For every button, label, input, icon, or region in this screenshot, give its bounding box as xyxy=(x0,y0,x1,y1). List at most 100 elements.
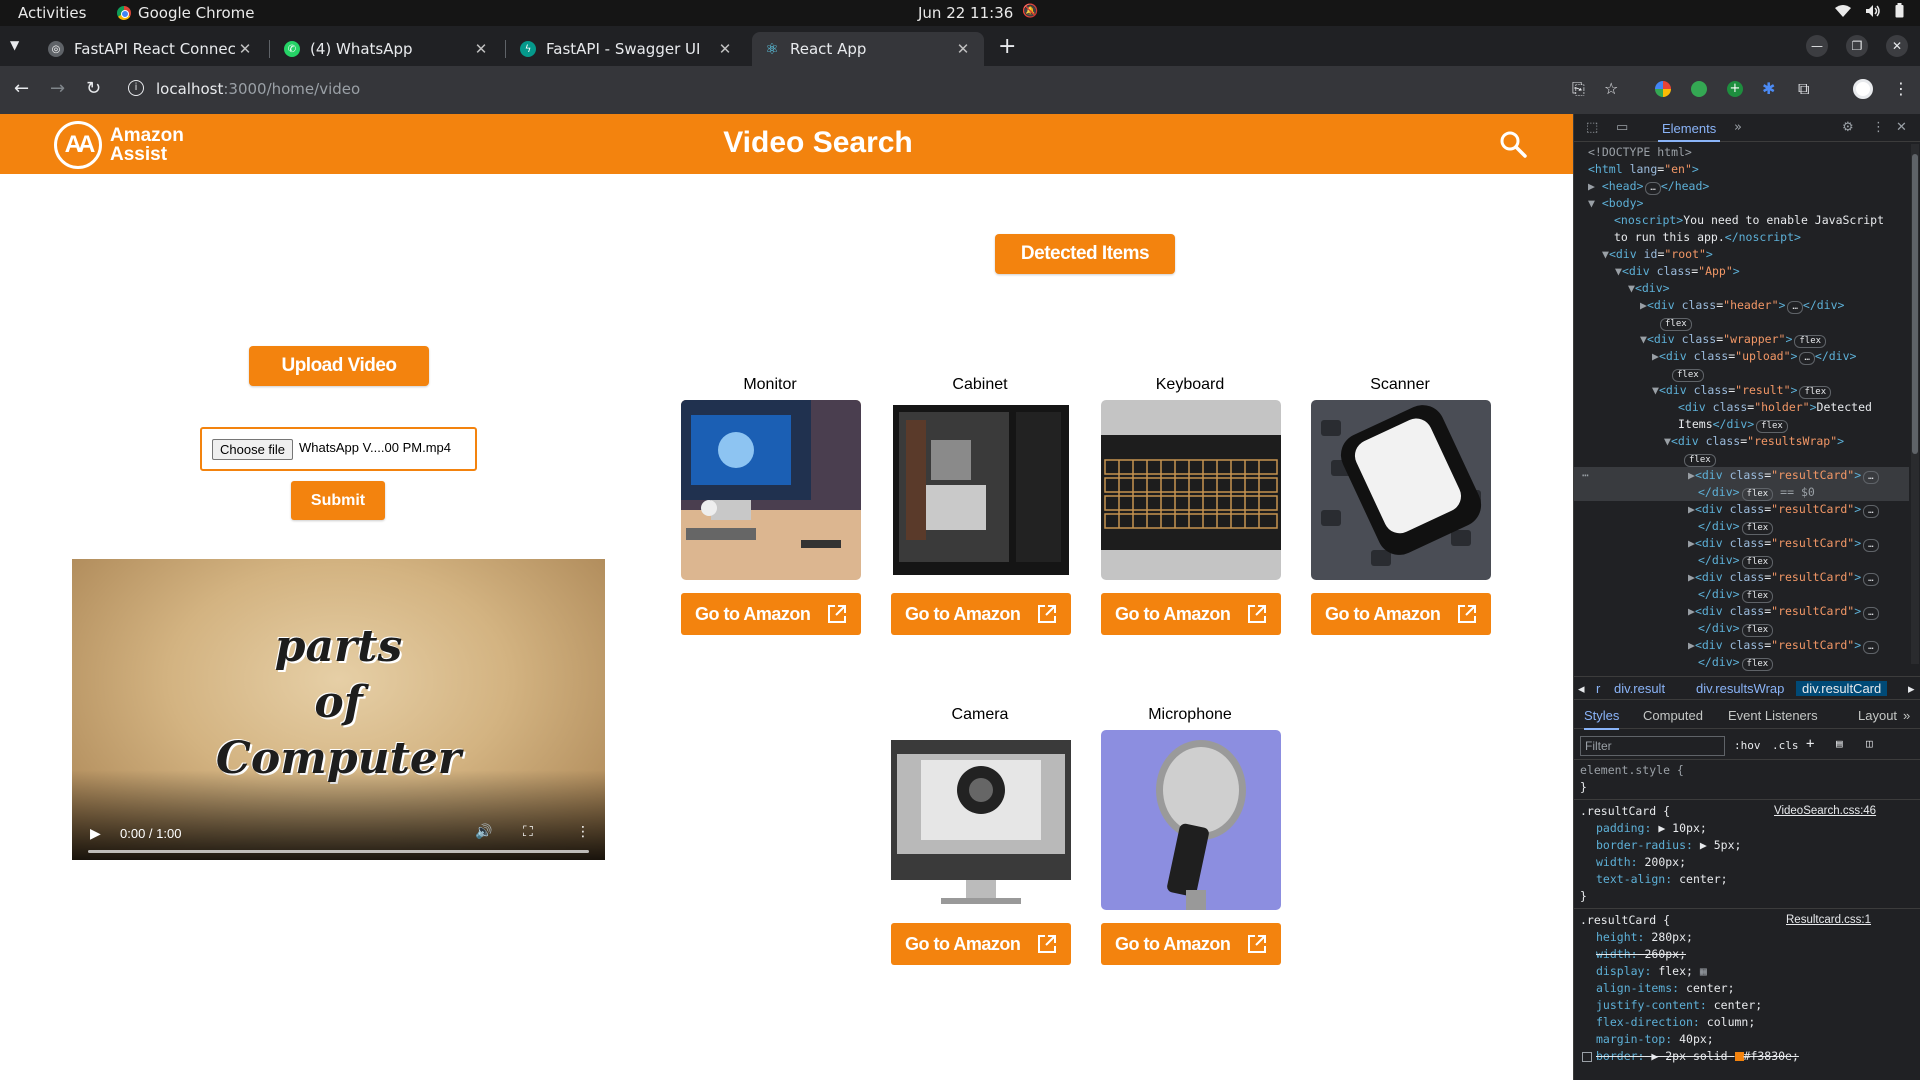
submit-button[interactable]: Submit xyxy=(291,481,385,520)
dom-node[interactable]: </div> flex xyxy=(1698,518,1774,535)
css-property-overridden[interactable]: border: ▶ 2px solid #f3830e; xyxy=(1582,1048,1799,1065)
app-menu[interactable]: Google Chrome xyxy=(117,4,255,22)
tab-styles[interactable]: Styles xyxy=(1584,708,1620,730)
cast-icon[interactable]: ⎘ xyxy=(1572,79,1585,99)
play-icon[interactable]: ▶ xyxy=(90,826,101,842)
dom-node[interactable]: ▼<div class="resultsWrap"> xyxy=(1664,433,1844,450)
dom-node[interactable]: ▶<div class="resultCard">… xyxy=(1688,637,1879,654)
dom-node[interactable]: </div> flex xyxy=(1698,552,1774,569)
system-tray[interactable] xyxy=(1835,3,1904,22)
hover-state-toggle[interactable]: :hov xyxy=(1734,739,1761,752)
dom-node[interactable]: ▼<div class="result"> flex xyxy=(1652,382,1832,399)
dom-node[interactable]: ▶<div class="resultCard">… xyxy=(1688,501,1879,518)
go-to-amazon-button[interactable]: Go to Amazon xyxy=(891,593,1071,635)
go-to-amazon-button[interactable]: Go to Amazon xyxy=(891,923,1071,965)
tab-elements[interactable]: Elements xyxy=(1658,114,1721,142)
address-bar[interactable]: i localhost:3000/home/video xyxy=(118,73,1588,107)
flex-badge[interactable]: flex xyxy=(1741,624,1774,637)
close-devtools-icon[interactable]: ✕ xyxy=(1896,120,1907,135)
go-to-amazon-button[interactable]: Go to Amazon xyxy=(1101,923,1281,965)
property-checkbox[interactable] xyxy=(1582,1051,1592,1062)
color-swatch[interactable] xyxy=(1734,1052,1744,1061)
tab-swagger[interactable]: ϟ FastAPI - Swagger UI ✕ xyxy=(508,32,746,66)
file-input[interactable]: Choose file WhatsApp V....00 PM.mp4 xyxy=(200,427,477,471)
dom-node[interactable]: ▶<div class="resultCard">… xyxy=(1688,603,1879,620)
dom-node[interactable]: ▶<div class="upload">… </div> xyxy=(1652,348,1856,365)
flex-badge[interactable]: flex xyxy=(1741,590,1774,603)
tab-fastapi-react[interactable]: ◎ FastAPI React Connectio ✕ xyxy=(36,32,266,66)
puzzle-blue-icon[interactable]: ✱ xyxy=(1762,79,1775,98)
css-property[interactable]: align-items: center; xyxy=(1596,980,1735,997)
breadcrumb-prev-icon[interactable]: ◂ xyxy=(1578,681,1585,697)
breadcrumb-item[interactable]: r xyxy=(1596,681,1600,696)
dom-node[interactable]: </div> flex xyxy=(1698,620,1774,637)
dom-node[interactable]: </div> flex xyxy=(1698,654,1774,671)
back-arrow-icon[interactable]: ← xyxy=(14,78,29,99)
bookmark-star-icon[interactable]: ☆ xyxy=(1604,79,1618,98)
css-source-link[interactable]: Resultcard.css:1 xyxy=(1786,912,1871,929)
chrome-menu-icon[interactable]: ⋮ xyxy=(1893,79,1909,98)
dom-node[interactable]: ▼ <body> xyxy=(1588,195,1643,212)
video-progress-bar[interactable] xyxy=(88,850,589,853)
device-toolbar-icon[interactable]: ▭ xyxy=(1616,120,1628,135)
dom-node[interactable]: <div class="holder">Detected xyxy=(1678,399,1872,416)
dom-node[interactable]: ▼<div> xyxy=(1628,280,1670,297)
choose-file-button[interactable]: Choose file xyxy=(212,439,294,460)
close-tab-icon[interactable]: ✕ xyxy=(716,40,734,58)
flex-badge[interactable]: flex xyxy=(1799,386,1832,399)
dom-node[interactable]: <html lang="en"> xyxy=(1588,161,1699,178)
fullscreen-icon[interactable]: ⛶ xyxy=(523,824,533,840)
close-window-icon[interactable]: ✕ xyxy=(1886,35,1908,57)
css-property[interactable]: text-align: center; xyxy=(1596,871,1728,888)
tab-layout[interactable]: Layout xyxy=(1858,708,1897,723)
flex-badge[interactable]: flex xyxy=(1672,369,1704,382)
volume-icon[interactable]: 🔊 xyxy=(475,824,492,840)
flexbox-editor-icon[interactable]: ▦ xyxy=(1700,964,1707,978)
css-source-link[interactable]: VideoSearch.css:46 xyxy=(1774,803,1876,820)
minimize-icon[interactable]: — xyxy=(1806,35,1828,57)
extensions-puzzle-icon[interactable]: ⧉ xyxy=(1798,79,1809,99)
breadcrumb-item[interactable]: div.result xyxy=(1614,681,1665,696)
restore-icon[interactable]: ❐ xyxy=(1846,35,1868,57)
sidebar-toggle-icon[interactable]: ◫ xyxy=(1866,737,1873,750)
css-property[interactable]: flex-direction: column; xyxy=(1596,1014,1755,1031)
tab-react-app[interactable]: ⚛ React App ✕ xyxy=(752,32,984,66)
dom-node[interactable]: ▶ <head>… </head> xyxy=(1588,178,1709,195)
tab-whatsapp[interactable]: ✆ (4) WhatsApp ✕ xyxy=(272,32,502,66)
css-property[interactable]: margin-top: 40px; xyxy=(1596,1031,1714,1048)
close-tab-icon[interactable]: ✕ xyxy=(236,40,254,58)
breadcrumb-item-current[interactable]: div.resultCard xyxy=(1796,681,1888,696)
dom-node[interactable]: Items</div> flex xyxy=(1678,416,1788,433)
dom-node[interactable]: to run this app.</noscript> xyxy=(1614,229,1801,246)
dom-node-selected[interactable]: ⋯ ▶<div class="resultCard">… </div> flex … xyxy=(1574,467,1909,501)
css-property[interactable]: height: 280px; xyxy=(1596,929,1693,946)
flex-badge[interactable]: flex xyxy=(1684,454,1716,467)
flex-badge[interactable]: flex xyxy=(1660,318,1692,331)
dom-node[interactable]: ▶<div class="resultCard">… xyxy=(1688,569,1879,586)
dom-node[interactable]: ▼<div class="wrapper"> flex xyxy=(1640,331,1827,348)
dom-node[interactable]: <noscript>You need to enable JavaScript xyxy=(1614,212,1884,229)
reload-icon[interactable]: ↻ xyxy=(86,78,101,99)
css-selector[interactable]: .resultCard { xyxy=(1580,912,1670,929)
color-extension-icon[interactable] xyxy=(1655,81,1671,97)
settings-gear-icon[interactable]: ⚙ xyxy=(1842,120,1854,135)
css-property[interactable]: padding: ▶ 10px; xyxy=(1596,820,1707,837)
breadcrumb-item[interactable]: div.resultsWrap xyxy=(1696,681,1784,696)
go-to-amazon-button[interactable]: Go to Amazon xyxy=(1101,593,1281,635)
more-style-tabs-icon[interactable]: » xyxy=(1903,708,1910,723)
dom-node[interactable]: ▼<div id="root"> xyxy=(1602,246,1713,263)
flex-badge[interactable]: flex xyxy=(1741,658,1774,671)
more-options-icon[interactable]: ⋮ xyxy=(576,824,590,840)
activities-button[interactable]: Activities xyxy=(18,4,86,22)
search-icon[interactable] xyxy=(1499,130,1527,158)
green-extension-icon[interactable] xyxy=(1691,81,1707,97)
new-tab-plus-icon[interactable]: + xyxy=(998,34,1016,59)
css-property-overridden[interactable]: width: 260px; xyxy=(1596,946,1686,963)
close-tab-icon[interactable]: ✕ xyxy=(954,40,972,58)
devtools-menu-icon[interactable]: ⋮ xyxy=(1872,120,1885,135)
breadcrumb-next-icon[interactable]: ▸ xyxy=(1908,681,1915,697)
add-extension-icon[interactable]: + xyxy=(1727,81,1743,97)
paint-bucket-icon[interactable]: ▤ xyxy=(1836,737,1843,750)
flex-badge[interactable]: flex xyxy=(1756,420,1788,433)
dom-node[interactable]: ▶<div class="resultCard">… xyxy=(1688,535,1879,552)
